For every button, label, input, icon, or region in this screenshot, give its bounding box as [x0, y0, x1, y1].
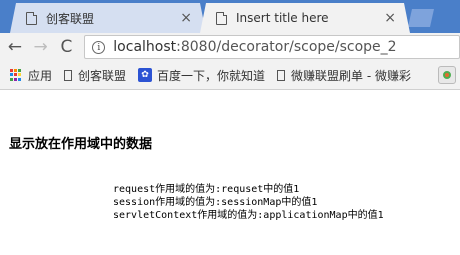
tab-title: Insert title here — [236, 11, 329, 25]
bookmark-label: 创客联盟 — [78, 68, 127, 83]
forward-arrow-icon[interactable]: → — [31, 37, 51, 57]
apps-grid-dot — [18, 69, 21, 72]
page-icon — [216, 11, 227, 25]
reload-icon[interactable]: C — [57, 37, 77, 57]
tab-chuangke[interactable]: 创客联盟 × — [10, 3, 206, 33]
tab-title: 创客联盟 — [46, 11, 95, 26]
apps-grid-dot — [18, 73, 21, 77]
page-icon — [277, 69, 286, 81]
tab-insert-title[interactable]: Insert title here × — [200, 3, 410, 33]
apps-grid-dot — [14, 69, 17, 72]
apps-grid-dot — [10, 69, 13, 72]
baidu-paw-icon: ✿ — [138, 68, 153, 82]
apps-grid-dot — [14, 77, 17, 81]
page-heading: 显示放在作用域中的数据 — [9, 137, 153, 152]
bookmark-label: 百度一下，你就知道 — [157, 68, 266, 83]
apps-grid-dot — [14, 73, 17, 77]
url-path: :8080/decorator/scope/scope_2 — [176, 39, 397, 55]
apps-grid-dot — [10, 73, 13, 77]
bookmark-apps[interactable]: 应用 — [10, 67, 52, 84]
application-scope-line: servletContext作用域的值为:applicationMap中的值1 — [113, 210, 384, 221]
page-icon — [26, 11, 37, 25]
bookmark-label: 微赚联盟刷单 - 微赚彩 — [291, 68, 412, 83]
bookmark-label: 应用 — [28, 68, 53, 83]
url-host: localhost — [113, 39, 177, 55]
apps-grid-icon — [10, 69, 22, 81]
apps-grid-dot — [10, 77, 13, 81]
scope-values: request作用域的值为:requset中的值1 session作用域的值为:… — [113, 183, 384, 222]
session-scope-line: session作用域的值为:sessionMap中的值1 — [113, 197, 318, 208]
apps-grid-dot — [18, 77, 21, 81]
close-tab-icon[interactable]: × — [180, 10, 192, 26]
browser-toolbar: ← → C i localhost:8080/decorator/scope/s… — [0, 33, 460, 61]
bookmarks-bar: 应用 创客联盟 ✿ 百度一下，你就知道 微赚联盟刷单 - 微赚彩 — [0, 61, 460, 90]
extension-icon[interactable] — [438, 66, 456, 84]
info-icon[interactable]: i — [92, 40, 106, 54]
bookmark-weizhuan[interactable]: 微赚联盟刷单 - 微赚彩 — [277, 67, 411, 84]
url-text[interactable]: localhost:8080/decorator/scope/scope_2 — [113, 39, 396, 55]
back-arrow-icon[interactable]: ← — [5, 37, 25, 57]
tab-strip: 创客联盟 × Insert title here × — [0, 0, 460, 33]
address-bar[interactable]: i localhost:8080/decorator/scope/scope_2 — [84, 35, 460, 59]
close-tab-icon[interactable]: × — [384, 10, 396, 26]
new-tab-button[interactable] — [408, 9, 434, 27]
bookmark-baidu[interactable]: ✿ 百度一下，你就知道 — [138, 67, 265, 84]
page-icon — [64, 69, 73, 81]
bookmark-chuangke[interactable]: 创客联盟 — [64, 67, 126, 84]
request-scope-line: request作用域的值为:requset中的值1 — [113, 184, 300, 195]
